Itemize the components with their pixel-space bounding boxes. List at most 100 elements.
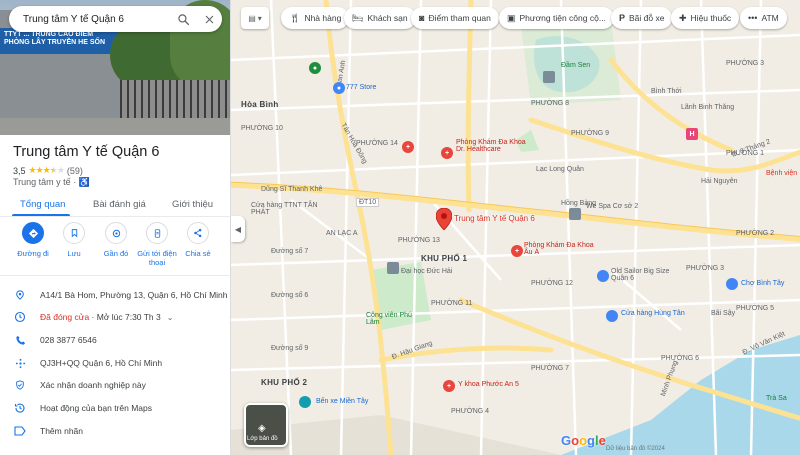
tab-overview[interactable]: Tổng quan	[20, 199, 65, 210]
save-button[interactable]: Lưu	[52, 222, 96, 258]
hospital-marker-icon[interactable]: H	[686, 128, 698, 140]
bus-station-marker-icon[interactable]	[299, 396, 311, 408]
chevron-down-icon[interactable]: ⌄	[167, 313, 174, 322]
address-text: A14/1 Bà Hom, Phường 13, Quận 6, Hồ Chí …	[40, 290, 228, 300]
chip-label: Bãi đỗ xe	[629, 13, 665, 23]
plus-code-row[interactable]: QJ3H+QQ Quận 6, Hồ Chí Minh	[0, 352, 230, 374]
hospital-marker-icon[interactable]: +	[402, 141, 414, 153]
phone-row[interactable]: 028 3877 6546	[0, 329, 230, 351]
shopping-marker-icon[interactable]	[606, 310, 618, 322]
directions-button[interactable]: Đường đi	[11, 222, 55, 258]
phone-text: 028 3877 6546	[40, 335, 97, 345]
clinic-marker-icon[interactable]: +	[441, 147, 453, 159]
history-icon	[0, 402, 40, 414]
tab-reviews[interactable]: Bài đánh giá	[93, 199, 146, 210]
chip-atm[interactable]: ••• ATM	[740, 7, 787, 29]
nearby-button[interactable]: Gần đó	[94, 222, 138, 258]
street-label: Bãi Sậy	[711, 310, 736, 317]
address-row[interactable]: A14/1 Bà Hom, Phường 13, Quận 6, Hồ Chí …	[0, 284, 230, 306]
parking-icon: P	[619, 13, 626, 23]
school-marker-icon[interactable]	[387, 262, 399, 274]
chip-pharmacy[interactable]: ✚ Hiệu thuốc	[671, 7, 740, 29]
share-button[interactable]: Chia sẻ	[176, 222, 220, 258]
selected-place-label[interactable]: Trung tâm Y tế Quận 6	[454, 214, 535, 223]
ward-label: PHƯỜNG 2	[736, 230, 775, 237]
action-buttons: Đường đi Lưu Gần đó Gửi tới điện thoại C…	[0, 222, 230, 272]
chip-hotels[interactable]: 🛏︎ Khách sạn	[344, 7, 416, 29]
directions-icon	[22, 222, 44, 244]
search-box[interactable]: Trung tâm Y tế Quận 6	[9, 6, 222, 32]
area-label: KHU PHỐ 2	[261, 378, 308, 387]
poi-label: 777 Store	[346, 84, 377, 91]
ward-label: PHƯỜNG 8	[531, 100, 570, 107]
poi-label: Y khoa Phước An 5	[458, 381, 519, 388]
poi-label: Bệnh viện	[766, 170, 798, 177]
maps-activity-row[interactable]: Hoạt động của bạn trên Maps	[0, 397, 230, 419]
shopping-marker-icon[interactable]: ●	[333, 82, 345, 94]
shield-check-icon	[0, 379, 40, 391]
selected-place-pin-icon[interactable]	[435, 207, 453, 235]
chip-restaurants[interactable]: 🍴︎ Nhà hàng	[281, 7, 350, 29]
area-label: Hòa Bình	[241, 100, 279, 109]
ward-label: PHƯỜNG 11	[431, 300, 473, 307]
plus-code-text: QJ3H+QQ Quận 6, Hồ Chí Minh	[40, 358, 163, 368]
maps-app: TTYT ... TRUNG CAO ĐIỂM PHÒNG LÂY TRUYỀN…	[0, 0, 800, 455]
spa-marker-icon[interactable]	[569, 208, 581, 220]
layers-button[interactable]: ◈ Lớp bản đồ	[244, 403, 288, 447]
maps-activity-text: Hoạt động của bạn trên Maps	[40, 403, 152, 413]
place-rating[interactable]: 3,5 ★★★★★ (59)	[13, 165, 83, 176]
street-label: Hồng Bàng	[561, 200, 597, 207]
plus-code-icon	[0, 358, 40, 369]
add-label-row[interactable]: Thêm nhãn	[0, 420, 230, 442]
claim-business-row[interactable]: Xác nhận doanh nghiệp này	[0, 374, 230, 396]
place-title: Trung tâm Y tế Quận 6	[13, 144, 160, 160]
ward-label: PHƯỜNG 3	[686, 265, 725, 272]
nearby-icon	[105, 222, 127, 244]
restaurant-icon: 🍴︎	[289, 12, 301, 23]
toolbox-icon: ▤	[248, 13, 256, 23]
search-icon[interactable]	[170, 6, 196, 32]
atm-icon: •••	[748, 13, 758, 23]
poi-label: Bến xe Miền Tây	[316, 398, 369, 405]
ward-label: PHƯỜNG 10	[241, 125, 283, 132]
location-pin-icon	[0, 289, 40, 301]
tab-about[interactable]: Giới thiệu	[172, 199, 213, 210]
share-label: Chia sẻ	[185, 249, 211, 258]
poi-label: Trà Sa	[766, 395, 787, 402]
chip-parking[interactable]: P Bãi đỗ xe	[611, 7, 673, 29]
market-marker-icon[interactable]	[726, 278, 738, 290]
collapse-panel-button[interactable]: ◀	[231, 216, 245, 242]
hours-status: Đã đóng cửa	[40, 312, 90, 322]
review-count[interactable]: (59)	[67, 166, 83, 176]
close-icon[interactable]	[196, 6, 222, 32]
phone-icon	[0, 335, 40, 346]
street-label: Hải Nguyên	[701, 178, 738, 185]
search-input[interactable]: Trung tâm Y tế Quận 6	[23, 14, 170, 25]
send-to-phone-button[interactable]: Gửi tới điện thoại	[135, 222, 179, 267]
poi-label: We Spa Cơ sở 2	[586, 203, 639, 210]
map-canvas[interactable]: Phan Anh Hòa Bình Đầm Sen PHƯỜNG 8 PHƯỜN…	[231, 0, 800, 455]
street-label: Bình Thới	[651, 88, 682, 95]
chevron-down-icon: ▾	[257, 13, 262, 23]
park-marker-icon[interactable]: ●	[309, 62, 321, 74]
poi-marker-icon[interactable]	[543, 71, 555, 83]
chip-attractions[interactable]: ◙ Điểm tham quan	[411, 7, 499, 29]
hours-next-open: · Mở lúc 7:30 Th 3	[91, 312, 161, 322]
add-label-text: Thêm nhãn	[40, 426, 83, 436]
poi-label: Old Sailor Big Size Quận 6	[611, 268, 670, 282]
map-copyright[interactable]: Dữ liệu bản đồ ©2024	[606, 446, 665, 452]
google-logo: Google	[561, 433, 606, 448]
clinic-marker-icon[interactable]: +	[443, 380, 455, 392]
poi-label: Cửa hàng TTNT TÂN PHÁT	[251, 202, 318, 216]
map-menu-button[interactable]: ▤ ▾	[241, 7, 269, 29]
label-icon	[0, 426, 40, 436]
star-rating-icon: ★★★★★	[28, 165, 65, 175]
street-label: Lãnh Binh Thăng	[681, 104, 735, 111]
hours-row[interactable]: Đã đóng cửa · Mở lúc 7:30 Th 3 ⌄	[0, 306, 230, 328]
ward-label: PHƯỜNG 6	[661, 355, 700, 362]
chip-transit[interactable]: ▣ Phương tiện công cộ...	[499, 7, 614, 29]
clinic-marker-icon[interactable]: +	[511, 245, 523, 257]
poi-label: Đầm Sen	[561, 62, 591, 69]
ward-label: PHƯỜNG 4	[451, 408, 490, 415]
shopping-marker-icon[interactable]	[597, 270, 609, 282]
